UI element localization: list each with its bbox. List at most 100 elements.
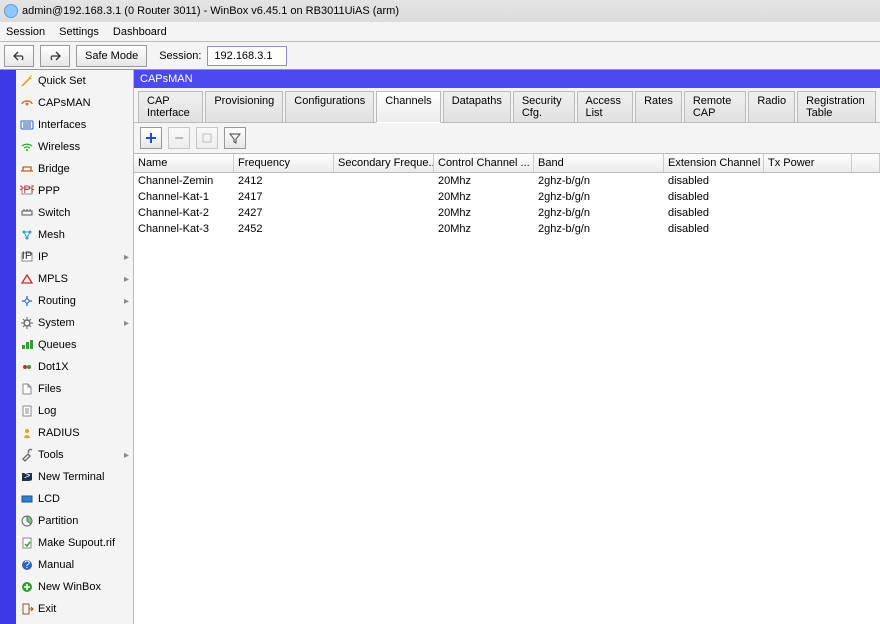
sidebar-item-ppp[interactable]: PPPPPP [16, 180, 133, 202]
tab-configurations[interactable]: Configurations [285, 91, 374, 123]
sidebar-item-manual[interactable]: ?Manual [16, 554, 133, 576]
sidebar-item-new-terminal[interactable]: >_ New Terminal [16, 466, 133, 488]
manual-icon: ? [20, 558, 34, 572]
col-name[interactable]: Name [134, 154, 234, 172]
sidebar-item-exit[interactable]: Exit [16, 598, 133, 620]
col-secondary-freq[interactable]: Secondary Freque... [334, 154, 434, 172]
tab-cap-interface[interactable]: CAP Interface [138, 91, 203, 123]
sidebar-item-label: LCD [38, 493, 60, 505]
sidebar-item-switch[interactable]: Switch [16, 202, 133, 224]
col-spacer [852, 154, 880, 172]
sidebar-item-radius[interactable]: RADIUS [16, 422, 133, 444]
sidebar-item-dot1x[interactable]: Dot1X [16, 356, 133, 378]
content-area: CAPsMAN CAP InterfaceProvisioningConfigu… [134, 70, 880, 624]
sidebar-item-interfaces[interactable]: Interfaces [16, 114, 133, 136]
sidebar-item-label: Dot1X [38, 361, 69, 373]
lcd-icon [20, 492, 34, 506]
cell-tx [764, 221, 852, 237]
tools-icon [20, 448, 34, 462]
col-control-channel[interactable]: Control Channel ... [434, 154, 534, 172]
window-title: admin@192.168.3.1 (0 Router 3011) - WinB… [22, 5, 399, 17]
routing-icon [20, 294, 34, 308]
tab-datapaths[interactable]: Datapaths [443, 91, 511, 123]
cell-spacer [852, 221, 880, 237]
redo-button[interactable] [40, 45, 70, 67]
cell-frequency: 2427 [234, 205, 334, 221]
submenu-arrow-icon: ▸ [124, 274, 129, 285]
sidebar-item-label: New Terminal [38, 471, 104, 483]
cap-icon [20, 96, 34, 110]
term-icon: >_ [20, 470, 34, 484]
tab-security-cfg-[interactable]: Security Cfg. [513, 91, 575, 123]
queues-icon [20, 338, 34, 352]
dot1x-icon [20, 360, 34, 374]
sidebar-item-mesh[interactable]: Mesh [16, 224, 133, 246]
sidebar-item-partition[interactable]: Partition [16, 510, 133, 532]
sidebar-item-label: Partition [38, 515, 78, 527]
svg-text:IP: IP [22, 250, 32, 262]
bridge-icon [20, 162, 34, 176]
files-icon [20, 382, 34, 396]
remove-button[interactable] [168, 127, 190, 149]
col-extension-channel[interactable]: Extension Channel [664, 154, 764, 172]
sidebar-item-quick-set[interactable]: Quick Set [16, 70, 133, 92]
sidebar-item-label: System [38, 317, 75, 329]
sidebar-item-log[interactable]: Log [16, 400, 133, 422]
sidebar-item-wireless[interactable]: Wireless [16, 136, 133, 158]
table-row[interactable]: Channel-Kat-1241720Mhz2ghz-b/g/ndisabled [134, 189, 880, 205]
col-frequency[interactable]: Frequency [234, 154, 334, 172]
session-value-box[interactable]: 192.168.3.1 [207, 46, 287, 66]
sidebar-item-label: Queues [38, 339, 77, 351]
table-row[interactable]: Channel-Kat-3245220Mhz2ghz-b/g/ndisabled [134, 221, 880, 237]
sidebar-item-lcd[interactable]: LCD [16, 488, 133, 510]
cell-control: 20Mhz [434, 205, 534, 221]
submenu-arrow-icon: ▸ [124, 252, 129, 263]
tab-remote-cap[interactable]: Remote CAP [684, 91, 747, 123]
sidebar-item-label: CAPsMAN [38, 97, 91, 109]
tab-radio[interactable]: Radio [748, 91, 795, 123]
tab-channels[interactable]: Channels [376, 91, 440, 123]
cell-tx [764, 205, 852, 221]
tab-rates[interactable]: Rates [635, 91, 682, 123]
cell-extension: disabled [664, 173, 764, 189]
sidebar-item-routing[interactable]: Routing ▸ [16, 290, 133, 312]
menu-session[interactable]: Session [6, 26, 45, 38]
sidebar-item-ip[interactable]: IPIP▸ [16, 246, 133, 268]
sidebar-item-files[interactable]: Files [16, 378, 133, 400]
log-icon [20, 404, 34, 418]
col-band[interactable]: Band [534, 154, 664, 172]
cell-band: 2ghz-b/g/n [534, 189, 664, 205]
sidebar-item-mpls[interactable]: MPLS▸ [16, 268, 133, 290]
sidebar-item-capsman[interactable]: CAPsMAN [16, 92, 133, 114]
menu-settings[interactable]: Settings [59, 26, 99, 38]
sidebar-item-label: Routing [38, 295, 76, 307]
col-tx-power[interactable]: Tx Power [764, 154, 852, 172]
undo-button[interactable] [4, 45, 34, 67]
table-row[interactable]: Channel-Zemin241220Mhz2ghz-b/g/ndisabled [134, 173, 880, 189]
sidebar-item-bridge[interactable]: Bridge [16, 158, 133, 180]
radius-icon [20, 426, 34, 440]
tab-provisioning[interactable]: Provisioning [205, 91, 283, 123]
sidebar-item-system[interactable]: System▸ [16, 312, 133, 334]
sidebar-item-tools[interactable]: Tools▸ [16, 444, 133, 466]
filter-button[interactable] [224, 127, 246, 149]
submenu-arrow-icon: ▸ [124, 296, 129, 307]
sidebar-item-make-supout-rif[interactable]: Make Supout.rif [16, 532, 133, 554]
table-row[interactable]: Channel-Kat-2242720Mhz2ghz-b/g/ndisabled [134, 205, 880, 221]
enable-button[interactable] [196, 127, 218, 149]
switch-icon [20, 206, 34, 220]
svg-text:>_: >_ [24, 470, 34, 482]
safe-mode-button[interactable]: Safe Mode [76, 45, 147, 67]
menu-dashboard[interactable]: Dashboard [113, 26, 167, 38]
cell-control: 20Mhz [434, 189, 534, 205]
cell-secondary [334, 221, 434, 237]
sidebar-item-new-winbox[interactable]: New WinBox [16, 576, 133, 598]
newwb-icon [20, 580, 34, 594]
data-grid: Name Frequency Secondary Freque... Contr… [134, 154, 880, 624]
gear-icon [20, 316, 34, 330]
tab-access-list[interactable]: Access List [577, 91, 634, 123]
tab-registration-table[interactable]: Registration Table [797, 91, 876, 123]
add-button[interactable] [140, 127, 162, 149]
sidebar-item-queues[interactable]: Queues [16, 334, 133, 356]
sidebar-item-label: Quick Set [38, 75, 86, 87]
